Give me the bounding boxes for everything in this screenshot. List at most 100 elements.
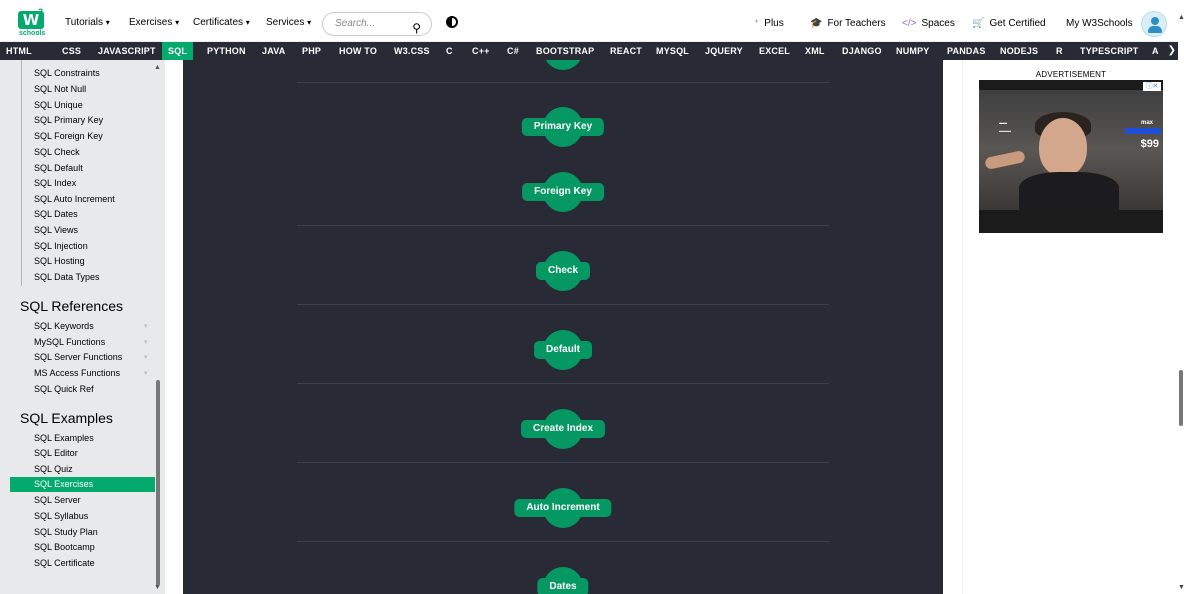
sidebar-item-sql-exercises[interactable]: SQL Exercises [10,477,155,492]
sidebar-item-sql-keywords[interactable]: SQL Keywords [34,321,94,331]
lang-django[interactable]: DJANGO [842,42,882,60]
for-teachers-link[interactable]: 🎓 For Teachers [810,18,886,29]
my-w3schools-link[interactable]: My W3Schools [1066,18,1133,29]
get-certified-link[interactable]: 🛒 Get Certified [972,18,1046,29]
sidebar-item-sql-injection[interactable]: SQL Injection [34,241,88,251]
lang-how-to[interactable]: HOW TO [339,42,377,60]
lang-javascript[interactable]: JAVASCRIPT [98,42,156,60]
ad-fineprint: ▬▬▬ [999,128,1011,133]
w3schools-logo[interactable]: W 3 schools [18,7,46,39]
section-divider [297,462,829,463]
sidebar-item-sql-certificate[interactable]: SQL Certificate [34,558,95,568]
sidebar-item-sql-primary-key[interactable]: SQL Primary Key [34,115,103,125]
sidebar-item-sql-quiz[interactable]: SQL Quiz [34,464,73,474]
lang-mysql[interactable]: MYSQL [656,42,689,60]
lang-php[interactable]: PHP [302,42,321,60]
sidebar-item-sql-quick-ref[interactable]: SQL Quick Ref [34,384,94,394]
nav-tutorials[interactable]: Tutorials ▾ [65,17,110,28]
lang-c[interactable]: C [446,42,453,60]
lang-jquery[interactable]: JQUERY [705,42,743,60]
exercise-node-check[interactable]: Check [535,262,591,280]
nav-exercises[interactable]: Exercises ▾ [129,17,179,28]
lang-r[interactable]: R [1056,42,1063,60]
sidebar-item-sql-foreign-key[interactable]: SQL Foreign Key [34,131,103,141]
sidebar-item-sql-constraints[interactable]: SQL Constraints [34,68,100,78]
lang-nodejs[interactable]: NODEJS [1000,42,1038,60]
sidebar-item-ms-access-functions[interactable]: MS Access Functions [34,368,120,378]
ad-image: ▬▬ ▬▬▬ max $99 [979,90,1163,212]
sidebar-item-sql-hosting[interactable]: SQL Hosting [34,256,85,266]
sidebar-item-sql-not-null[interactable]: SQL Not Null [34,84,86,94]
sidebar-item-sql-unique[interactable]: SQL Unique [34,100,83,110]
lang-excel[interactable]: EXCEL [759,42,790,60]
advertisement-banner[interactable]: ▬▬ ▬▬▬ max $99 ⓘ✕ [979,80,1163,233]
exercise-node-foreign-key[interactable]: Foreign Key [522,183,604,201]
lang-numpy[interactable]: NUMPY [896,42,930,60]
section-divider [297,541,829,542]
ad-offer-strip [1125,128,1161,134]
ad-close-icon[interactable]: ⓘ✕ [1143,82,1161,91]
scroll-down-arrow-icon[interactable]: ▼ [154,584,161,591]
chevron-down-icon: ▾ [144,370,148,377]
lang-sql[interactable]: SQL [162,42,194,60]
user-avatar-icon[interactable] [1141,11,1167,37]
search-placeholder: Search... [335,18,376,29]
sidebar-item-sql-server[interactable]: SQL Server [34,495,81,505]
page-scroll-thumb[interactable] [1179,370,1183,426]
lang-more[interactable]: A [1152,42,1159,60]
sidebar-item-sql-study-plan[interactable]: SQL Study Plan [34,527,98,537]
sidebar-item-sql-bootcamp[interactable]: SQL Bootcamp [34,542,95,552]
page-scroll-up-icon[interactable]: ▲ [1178,14,1184,21]
nav-services-label: Services [266,17,305,28]
lang-csharp[interactable]: C# [507,42,519,60]
exercise-node-bubble[interactable] [543,60,583,70]
lang-xml[interactable]: XML [805,42,825,60]
exercise-node-primary-key[interactable]: Primary Key [521,118,605,136]
caret-down-icon: ▾ [245,18,250,27]
sidebar: SQL Constraints SQL Not Null SQL Unique … [0,60,165,594]
sidebar-item-sql-editor[interactable]: SQL Editor [34,448,78,458]
lang-react[interactable]: REACT [610,42,642,60]
plus-link[interactable]: ⁺ Plus [754,18,784,29]
exercise-node-create-index[interactable]: Create Index [520,420,606,438]
plus-label: Plus [764,18,784,29]
plus-icon: ⁺ [754,18,760,29]
cart-icon: 🛒 [972,18,985,29]
sidebar-item-sql-examples[interactable]: SQL Examples [34,433,94,443]
sidebar-item-sql-index[interactable]: SQL Index [34,178,76,188]
lang-w3css[interactable]: W3.CSS [394,42,430,60]
ad-brand: max [1140,120,1153,126]
lang-python[interactable]: PYTHON [207,42,246,60]
sidebar-item-mysql-functions[interactable]: MySQL Functions [34,337,105,347]
sidebar-item-sql-syllabus[interactable]: SQL Syllabus [34,511,88,521]
logo-superscript: 3 [38,7,44,17]
sidebar-item-sql-dates[interactable]: SQL Dates [34,209,78,219]
sidebar-item-sql-check[interactable]: SQL Check [34,147,80,157]
lang-css[interactable]: CSS [62,42,81,60]
ad-price: $99 [1140,138,1159,150]
lang-typescript[interactable]: TYPESCRIPT [1080,42,1139,60]
exercise-node-default[interactable]: Default [534,341,592,359]
page-scroll-down-icon[interactable]: ▼ [1178,584,1184,591]
lang-java[interactable]: JAVA [262,42,285,60]
search-icon[interactable]: ⚲ [412,17,421,39]
search-input[interactable]: Search... ⚲ [322,12,432,36]
sidebar-item-sql-default[interactable]: SQL Default [34,163,83,173]
exercise-node-auto-increment[interactable]: Auto Increment [514,499,612,517]
lang-pandas[interactable]: PANDAS [947,42,986,60]
sidebar-item-sql-views[interactable]: SQL Views [34,225,78,235]
nav-certificates[interactable]: Certificates ▾ [193,17,250,28]
scroll-right-arrow-icon[interactable]: ❯ [1168,42,1176,60]
sidebar-scroll-thumb[interactable] [156,380,160,586]
lang-bootstrap[interactable]: BOOTSTRAP [536,42,594,60]
contrast-toggle-icon[interactable] [446,16,458,28]
spaces-link[interactable]: </> Spaces [902,18,955,29]
sidebar-item-sql-server-functions[interactable]: SQL Server Functions [34,352,122,362]
scroll-up-arrow-icon[interactable]: ▲ [154,64,161,71]
lang-html[interactable]: HTML [6,42,32,60]
exercise-node-dates[interactable]: Dates [537,578,589,594]
sidebar-item-sql-data-types[interactable]: SQL Data Types [34,272,100,282]
sidebar-item-sql-auto-increment[interactable]: SQL Auto Increment [34,194,115,204]
nav-services[interactable]: Services ▾ [266,17,311,28]
lang-cpp[interactable]: C++ [472,42,490,60]
